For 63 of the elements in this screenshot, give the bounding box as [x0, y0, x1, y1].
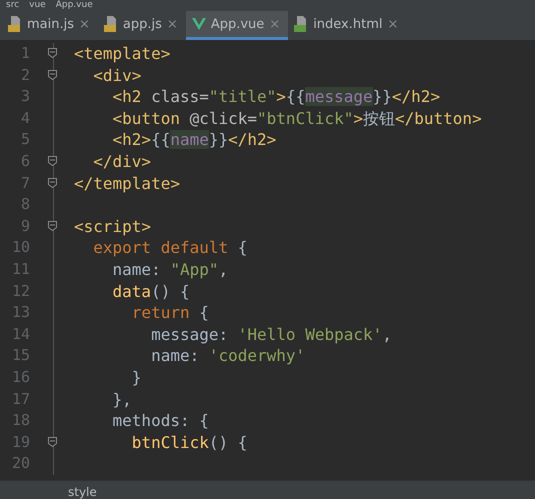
fold-marker-icon[interactable] [48, 220, 57, 231]
code-line: message: 'Hello Webpack', [150, 324, 392, 346]
line-number: 14 [10, 324, 31, 345]
fold-marker-icon[interactable] [48, 156, 57, 166]
line-number: 8 [20, 194, 31, 216]
code-line: export default { [92, 237, 248, 259]
code-line: } [130, 366, 142, 388]
fold-marker-icon[interactable] [48, 70, 57, 80]
line-number: 11 [10, 258, 31, 280]
tab-label: app.js [122, 16, 162, 32]
code-line: <script> [74, 216, 152, 238]
line-number: 15 [10, 345, 31, 366]
line-number: 9 [20, 216, 31, 237]
file-icon [8, 16, 22, 32]
file-tab[interactable]: index.html × [288, 11, 406, 40]
code-line: <button @click="btnClick">按钮</button> [112, 108, 482, 130]
line-number: 10 [10, 237, 31, 258]
line-number: 16 [10, 366, 31, 388]
file-tab[interactable]: App.vue × [186, 11, 288, 40]
line-number: 5 [20, 129, 31, 150]
vue-logo-icon [192, 18, 206, 30]
line-number: 17 [10, 388, 31, 410]
line-number: 3 [20, 86, 31, 108]
close-button[interactable]: × [166, 16, 178, 32]
fold-marker-icon[interactable] [48, 48, 57, 58]
code-line: <h2>{{name}}</h2> [112, 129, 276, 151]
breadcrumb-item[interactable]: vue [29, 0, 46, 11]
file-tab[interactable]: main.js × [2, 11, 98, 40]
code-line: methods: { [112, 410, 209, 432]
line-number: 18 [10, 410, 31, 432]
file-tab[interactable]: app.js × [98, 11, 186, 40]
code-line: name: 'coderwhy' [150, 345, 306, 367]
code-line: <h2 class="title">{{message}}</h2> [112, 86, 440, 108]
line-number: 12 [10, 280, 31, 302]
code-line: <template> [74, 43, 170, 65]
line-number: 6 [20, 150, 31, 172]
tab-label: App.vue [210, 16, 264, 32]
line-number: 4 [20, 108, 31, 129]
line-number: 13 [10, 302, 31, 324]
line-number: 1 [20, 43, 31, 64]
code-line: </template> [74, 172, 180, 194]
code-line: name: "App", [112, 258, 228, 281]
code-line: }, [112, 388, 132, 410]
line-number: 2 [20, 64, 31, 86]
status-text: style [68, 485, 97, 499]
tab-label: index.html [313, 16, 382, 32]
line-number: 7 [20, 172, 31, 194]
code-line: return { [130, 302, 209, 324]
breadcrumb-item[interactable]: App.vue [56, 0, 93, 11]
file-icon [294, 16, 308, 32]
fold-marker-icon[interactable] [48, 178, 57, 188]
tab-label: main.js [27, 16, 74, 32]
file-icon [104, 16, 118, 32]
close-button[interactable]: × [388, 16, 398, 32]
code-line: <div> [92, 64, 142, 86]
close-button[interactable]: × [79, 16, 90, 32]
line-number: 20 [10, 453, 31, 474]
breadcrumb-item[interactable]: src [6, 0, 20, 11]
line-number: 19 [10, 432, 31, 453]
code-line: </div> [92, 150, 152, 173]
code-line: btnClick() { [130, 432, 248, 454]
code-line: data() { [112, 280, 190, 302]
fold-marker-icon[interactable] [48, 436, 57, 447]
